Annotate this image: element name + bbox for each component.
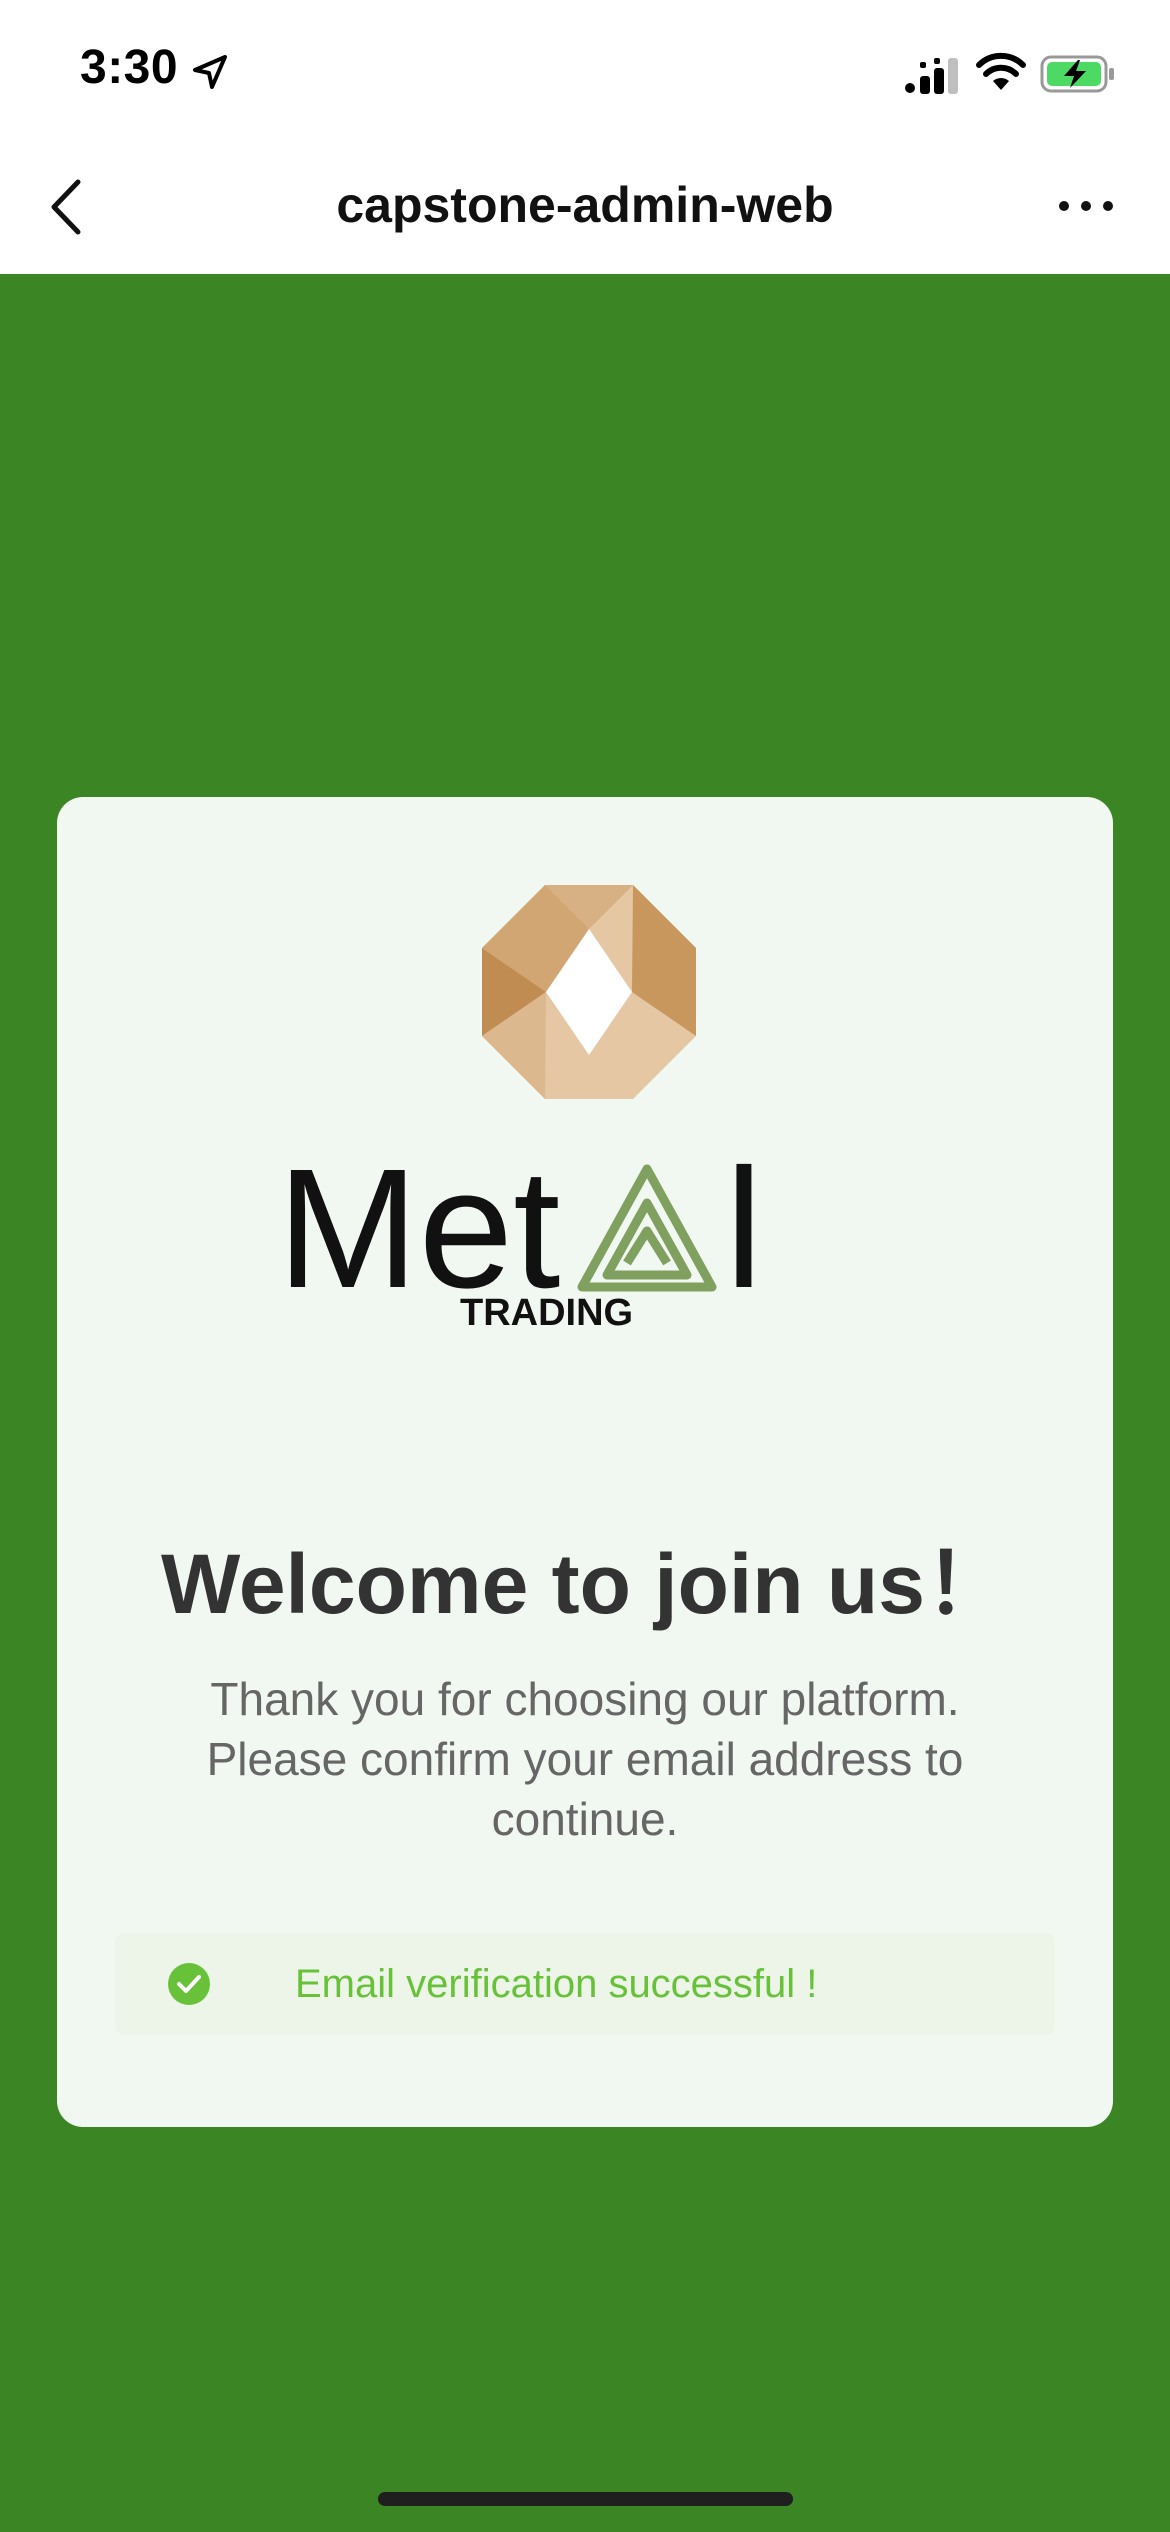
logo-triangle-icon bbox=[577, 1164, 717, 1292]
nav-header: capstone-admin-web bbox=[0, 150, 1170, 274]
welcome-card: Met l TRADING Welcome to join us！ Thank … bbox=[57, 797, 1113, 2127]
more-icon[interactable] bbox=[1056, 194, 1116, 218]
success-alert: Email verification successful ! bbox=[115, 1934, 1055, 2034]
page-title: capstone-admin-web bbox=[336, 177, 834, 233]
welcome-message: Thank you for choosing our platform. Ple… bbox=[206, 1673, 964, 1845]
home-indicator bbox=[378, 2492, 793, 2506]
location-arrow-icon bbox=[193, 55, 227, 89]
metal-trading-wordmark: Met l TRADING bbox=[277, 1147, 763, 1327]
alert-message: Email verification successful ! bbox=[295, 1962, 818, 2006]
status-bar: 3:30 bbox=[0, 0, 1170, 150]
status-time: 3:30 bbox=[80, 41, 179, 94]
battery-charging-icon bbox=[1040, 55, 1114, 93]
cellular-signal-icon bbox=[905, 58, 958, 94]
metal-logo-mark-icon bbox=[482, 885, 696, 1099]
check-circle-icon bbox=[168, 1963, 210, 2005]
wifi-icon bbox=[976, 52, 1026, 90]
welcome-title: Welcome to join us！ bbox=[161, 1537, 1009, 1631]
logo-tagline: TRADING bbox=[460, 1292, 633, 1327]
logo-l-text: l bbox=[725, 1147, 763, 1324]
